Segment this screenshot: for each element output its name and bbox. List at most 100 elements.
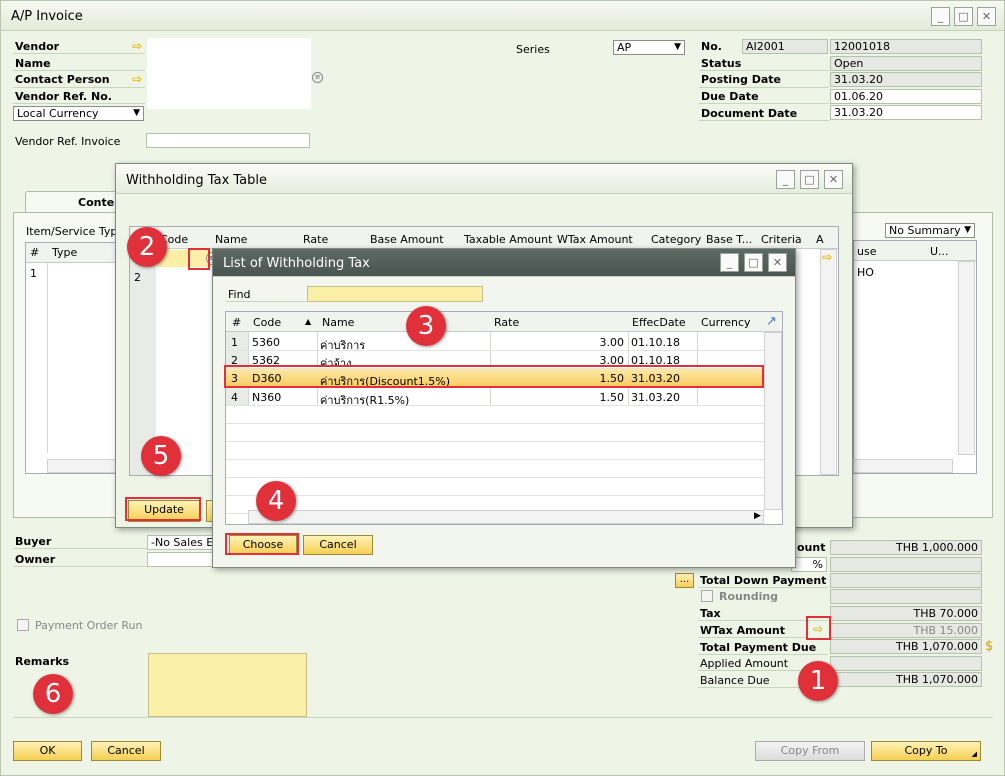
payment-order-checkbox[interactable] (17, 619, 29, 631)
copy-from-button[interactable]: Copy From (755, 741, 865, 761)
lwt-row-date: 01.10.18 (631, 336, 680, 349)
contact-details-icon[interactable]: ≡ (312, 72, 323, 83)
series-label: Series (516, 43, 550, 56)
wtt-maximize-button[interactable]: □ (800, 170, 819, 189)
maximize-button[interactable]: □ (954, 7, 973, 26)
wtt-close-button[interactable]: ✕ (824, 170, 843, 189)
wtt-title: Withholding Tax Table (116, 164, 852, 194)
contact-link-arrow-icon[interactable]: ⇨ (132, 72, 142, 86)
items-grid-right[interactable]: use U... HO (853, 240, 977, 474)
lwt-vertical-scrollbar[interactable] (764, 332, 782, 510)
due-date-field[interactable]: 01.06.20 (830, 89, 982, 104)
lwt-close-button[interactable]: ✕ (768, 253, 787, 272)
total-down-payment-label: Total Down Payment (700, 574, 827, 587)
lwt-grid[interactable]: # Code ▲ Name Rate EffecDate Currency ↗ … (225, 311, 783, 525)
lwt-col-effecdate: EffecDate (632, 316, 686, 329)
callout-6: 6 (33, 674, 73, 714)
highlight-code-lookup (188, 248, 210, 270)
currency-dropdown[interactable]: Local Currency ▼ (13, 106, 144, 121)
items-grid[interactable]: # Type 1 (25, 242, 120, 474)
title-bar: A/P Invoice _ □ ✕ (1, 1, 1004, 31)
lwt-row[interactable]: 1 5360 ค่าบริการ 3.00 01.10.18 (226, 333, 764, 352)
wtt-col-rate: Rate (303, 233, 329, 246)
window-title: A/P Invoice (11, 9, 83, 24)
applied-amount-field (830, 656, 982, 671)
lwt-cancel-button[interactable]: Cancel (303, 535, 373, 555)
wtt-arrow-icon[interactable]: ⇨ (822, 250, 832, 264)
scroll-right-icon[interactable]: ▶ (754, 511, 761, 521)
no-field: 12001018 (830, 39, 982, 54)
wtt-col-wtax-amount: WTax Amount (557, 233, 633, 246)
highlight-wtax-arrow (806, 616, 831, 640)
status-label: Status (701, 57, 742, 70)
expand-arrow-icon[interactable]: ↗ (766, 314, 777, 329)
series-dropdown[interactable]: AP ▼ (613, 40, 685, 55)
ok-button[interactable]: OK (13, 741, 82, 761)
wtt-minimize-button[interactable]: _ (776, 170, 795, 189)
series-value: AP (617, 41, 632, 54)
row-1-number: 1 (30, 267, 37, 280)
vendor-link-arrow-icon[interactable]: ⇨ (132, 39, 142, 53)
document-date-field[interactable]: 31.03.20 (830, 105, 982, 120)
find-input[interactable] (307, 286, 483, 302)
vendor-ref-invoice-input[interactable] (146, 133, 310, 148)
minimize-button[interactable]: _ (931, 7, 950, 26)
close-button[interactable]: ✕ (977, 7, 996, 26)
down-payment-button[interactable]: ... (675, 573, 694, 588)
buyer-label: Buyer (15, 535, 52, 548)
right-horizontal-scrollbar[interactable] (853, 459, 953, 473)
wtt-col-category: Category (651, 233, 702, 246)
tab-contents[interactable]: Contents (25, 191, 134, 213)
lwt-row-number: 4 (231, 391, 238, 404)
copy-to-button[interactable]: Copy To ◢ (871, 741, 981, 761)
remarks-label: Remarks (15, 655, 70, 668)
lwt-row[interactable]: 4 N360 ค่าบริการ(R1.5%) 1.50 31.03.20 (226, 388, 764, 407)
posting-date-field[interactable]: 31.03.20 (830, 72, 982, 87)
owner-field[interactable] (147, 552, 217, 567)
lwt-row-rate: 3.00 (599, 336, 625, 349)
horizontal-scrollbar[interactable] (47, 459, 117, 473)
cancel-button[interactable]: Cancel (91, 741, 161, 761)
total-down-payment-field (830, 573, 982, 588)
applied-amount-label: Applied Amount (700, 657, 789, 670)
total-payment-due-label: Total Payment Due (700, 641, 817, 654)
col-type-header: Type (52, 246, 78, 259)
right-grid-scrollbar[interactable] (958, 261, 975, 455)
buyer-field[interactable]: -No Sales Em (147, 535, 217, 550)
wtt-col-account: A (816, 233, 824, 246)
currency-value: Local Currency (17, 107, 99, 120)
callout-3: 3 (406, 306, 446, 346)
wtt-col-criteria: Criteria (761, 233, 802, 246)
balance-due-label: Balance Due (700, 674, 770, 687)
wtt-row-2-number: 2 (134, 271, 141, 284)
vendor-info-field[interactable] (147, 38, 311, 109)
copy-to-label: Copy To (904, 744, 948, 757)
payment-means-icon[interactable]: $ (985, 639, 993, 654)
lwt-col-num: # (232, 316, 242, 329)
wtax-amount-label: WTax Amount (700, 624, 786, 637)
document-date-label: Document Date (701, 107, 798, 120)
highlight-choose-button (225, 533, 299, 555)
wtt-vertical-scrollbar[interactable] (820, 249, 837, 475)
owner-label: Owner (15, 553, 56, 566)
lwt-minimize-button[interactable]: _ (720, 253, 739, 272)
lwt-col-currency: Currency (701, 316, 751, 329)
summary-dropdown[interactable]: No Summary ▼ (885, 223, 975, 238)
lwt-col-rate: Rate (494, 316, 520, 329)
lwt-row-code: 5360 (252, 336, 280, 349)
wtax-amount-field: THB 15.000 (830, 623, 982, 638)
highlight-update-button (125, 497, 201, 521)
lwt-horizontal-scrollbar[interactable] (248, 510, 764, 524)
rounding-checkbox[interactable] (701, 590, 713, 602)
lwt-row-date: 31.03.20 (631, 391, 680, 404)
rounding-field (830, 589, 982, 604)
rounding-label: Rounding (719, 590, 779, 603)
col-uom-header: U... (930, 245, 949, 258)
wtt-col-taxable-amount: Taxable Amount (464, 233, 553, 246)
discount-label: ount (797, 541, 826, 554)
remarks-textarea[interactable] (148, 653, 307, 717)
lwt-maximize-button[interactable]: □ (744, 253, 763, 272)
sort-ascending-icon[interactable]: ▲ (305, 317, 311, 326)
col-whse-header: use (857, 245, 877, 258)
discount-percent-field[interactable]: % (791, 557, 827, 572)
